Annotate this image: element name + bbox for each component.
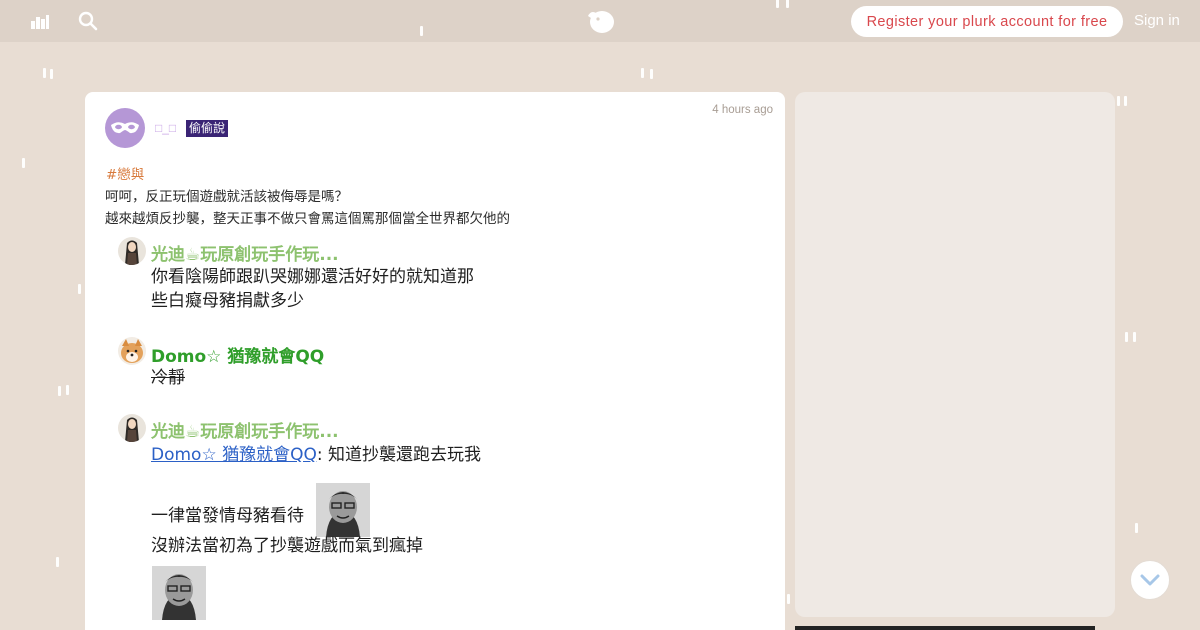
side-panel bbox=[795, 92, 1115, 617]
sign-in-link[interactable]: Sign in bbox=[1134, 12, 1180, 29]
emoticon-photo[interactable] bbox=[316, 483, 370, 537]
author-name[interactable]: □_□ bbox=[155, 121, 176, 135]
anonymous-mask-avatar[interactable] bbox=[105, 108, 145, 148]
plurk-dino-logo[interactable] bbox=[585, 6, 617, 36]
responder-name[interactable]: 光迪☕玩原創玩手作玩... bbox=[151, 240, 339, 265]
register-button[interactable]: Register your plurk account for free bbox=[851, 6, 1123, 37]
side-media-strip bbox=[795, 626, 1095, 630]
hashtag-link[interactable]: #戀與 bbox=[106, 163, 144, 183]
responder-avatar[interactable] bbox=[118, 337, 146, 365]
response-text: 一律當發情母豬看待 bbox=[151, 506, 304, 526]
responder-avatar[interactable] bbox=[118, 237, 146, 265]
response-text: 沒辦法當初為了抄襲遊戲而氣到瘋掉 bbox=[151, 536, 423, 556]
post-timestamp[interactable]: 4 hours ago bbox=[712, 104, 773, 116]
search-icon[interactable] bbox=[77, 10, 99, 32]
response-text-suffix: : 知道抄襲還跑去玩我 bbox=[316, 445, 481, 465]
response-text: 些白癡母豬捐獻多少 bbox=[151, 291, 304, 311]
mention-link[interactable]: Domo☆ 猶豫就會QQ bbox=[151, 445, 317, 465]
responder-name[interactable]: 光迪☕玩原創玩手作玩... bbox=[151, 417, 339, 442]
post-content-line: 呵呵，反正玩個遊戲就活該被侮辱是嗎？ bbox=[105, 189, 348, 205]
chevron-down-icon bbox=[1140, 574, 1160, 586]
plurk-card: □_□ 偷偷說 4 hours ago #戀與 呵呵，反正玩個遊戲就活該被侮辱是… bbox=[85, 92, 785, 630]
response-text: 冷靜 bbox=[151, 368, 185, 388]
responder-name[interactable]: Domo☆ 猶豫就會QQ bbox=[151, 342, 324, 367]
scroll-down-button[interactable] bbox=[1130, 560, 1170, 600]
responder-avatar[interactable] bbox=[118, 414, 146, 442]
map-grid-icon[interactable] bbox=[29, 10, 51, 32]
post-content-line: 越來越煩反抄襲，整天正事不做只會罵這個罵那個當全世界都欠他的 bbox=[105, 211, 510, 227]
top-nav-bar: Register your plurk account for free Sig… bbox=[0, 0, 1200, 42]
response-text: 你看陰陽師跟趴哭娜娜還活好好的就知道那 bbox=[151, 267, 474, 287]
emoticon-photo[interactable] bbox=[152, 566, 206, 620]
response-text: Domo☆ 猶豫就會QQ: 知道抄襲還跑去玩我 bbox=[151, 443, 481, 467]
anonymous-badge: 偷偷說 bbox=[186, 120, 229, 137]
